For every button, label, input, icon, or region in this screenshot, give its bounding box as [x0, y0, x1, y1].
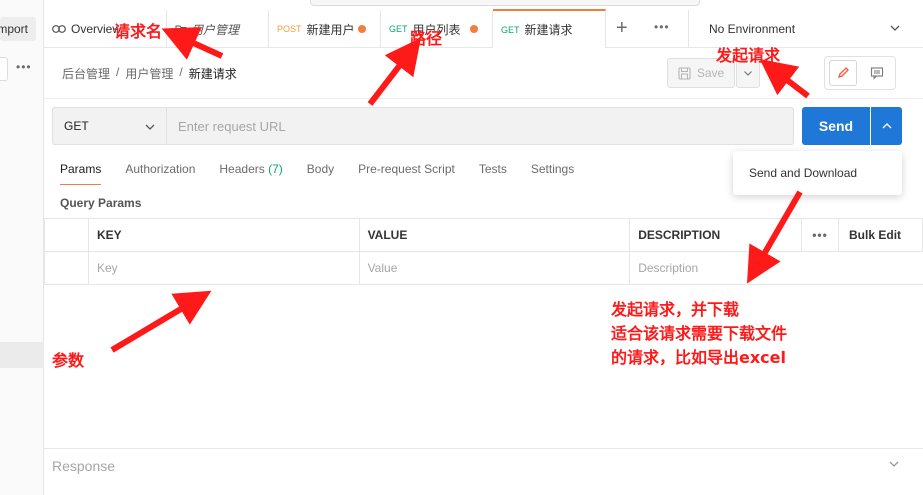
documentation-mode-button[interactable] [863, 60, 891, 86]
breadcrumb-separator: / [116, 65, 120, 79]
tab-new-user[interactable]: POST 新建用户 [269, 10, 381, 48]
comment-icon [870, 66, 884, 80]
tab-label: 用户管理 [191, 22, 240, 37]
tab-label: Params [60, 162, 102, 176]
more-dots-icon[interactable]: ••• [801, 218, 840, 252]
plus-icon[interactable]: + [616, 18, 628, 38]
tab-settings[interactable]: Settings [531, 162, 574, 185]
params-table: KEY VALUE DESCRIPTION ••• Bulk Edit Key … [44, 218, 923, 285]
annotation-send: 发起请求 [716, 46, 781, 65]
unsaved-dot-icon [358, 25, 366, 33]
key-input[interactable]: Key [87, 251, 360, 285]
annotation-line: 适合该请求需要下载文件 [611, 324, 788, 343]
tab-method: GET [389, 24, 408, 34]
annotation-line: 的请求，比如导出excel [611, 348, 786, 367]
tab-label: 新建用户 [306, 22, 355, 37]
tab-method: POST [277, 24, 302, 34]
row-checkbox-cell [44, 251, 89, 285]
folder-icon [175, 24, 187, 34]
send-options-button[interactable] [871, 107, 902, 145]
request-url-input[interactable] [167, 107, 794, 145]
environment-label: No Environment [709, 22, 796, 36]
more-dots-icon[interactable]: ••• [16, 60, 32, 74]
chevron-down-icon [889, 22, 901, 37]
arrow-params [110, 290, 212, 353]
tab-label: Authorization [125, 162, 196, 176]
breadcrumb-current[interactable]: 新建请求 [189, 65, 237, 82]
tab-params[interactable]: Params [60, 162, 102, 185]
http-method-label: GET [64, 119, 89, 133]
overview-icon [52, 23, 66, 35]
http-method-select[interactable]: GET [52, 107, 167, 145]
import-button[interactable]: Import [0, 17, 36, 41]
tab-label: 新建请求 [524, 23, 573, 37]
unsaved-dot-icon [470, 25, 478, 33]
sidebar-selected-item[interactable] [0, 342, 44, 368]
annotation-request-name: 请求名 [114, 22, 163, 41]
tab-bar: Overview 用户管理 POST 新建用户 GET 用户列表 GET 新建请… [44, 9, 923, 48]
tab-user-management[interactable]: 用户管理 [167, 10, 269, 48]
chevron-down-icon[interactable] [888, 458, 900, 473]
menu-item-send-and-download[interactable]: Send and Download [749, 166, 857, 180]
tab-label: Body [306, 162, 335, 176]
tab-label: Tests [478, 162, 507, 176]
response-divider [44, 448, 923, 449]
send-options-menu: Send and Download [733, 151, 902, 195]
request-subtabs: Params Authorization Headers (7) Body Pr… [60, 162, 598, 185]
tab-tests[interactable]: Tests [479, 162, 507, 185]
value-column-header: VALUE [358, 218, 631, 252]
arrow-path [367, 37, 421, 106]
header-divider [44, 98, 923, 99]
tab-body[interactable]: Body [307, 162, 334, 185]
tab-count: (7) [268, 162, 283, 176]
pencil-icon [836, 66, 850, 80]
tab-label: Settings [530, 162, 575, 176]
table-header-row: KEY VALUE DESCRIPTION ••• Bulk Edit [44, 218, 923, 252]
tab-method: GET [501, 24, 520, 35]
annotation-path: 路径 [410, 29, 443, 48]
sidebar-search-box[interactable] [0, 57, 8, 81]
arrow-send [759, 59, 810, 99]
breadcrumb-item[interactable]: 用户管理 [125, 65, 173, 82]
annotation-line: 发起请求，并下载 [611, 300, 740, 319]
top-search-bar[interactable] [310, 0, 700, 6]
breadcrumb-item[interactable]: 后台管理 [62, 65, 110, 82]
checkbox-column-header [44, 218, 89, 252]
tab-label: Headers [219, 162, 265, 176]
breadcrumb-separator: / [179, 65, 183, 79]
save-label: Save [696, 66, 725, 80]
tab-authorization[interactable]: Authorization [125, 162, 195, 185]
key-column-header: KEY [87, 218, 360, 252]
tab-label: Pre-request Script [358, 162, 455, 176]
response-label[interactable]: Response [52, 458, 115, 474]
tab-headers[interactable]: Headers (7) [219, 162, 282, 185]
query-params-title: Query Params [60, 196, 142, 210]
tab-new-request[interactable]: GET 新建请求 [493, 9, 606, 48]
more-dots-icon[interactable]: ••• [654, 20, 670, 34]
table-row: Key Value Description [44, 251, 923, 285]
send-button[interactable]: Send [802, 107, 870, 145]
description-column-header: DESCRIPTION [629, 218, 803, 252]
value-input[interactable]: Value [358, 251, 631, 285]
save-icon [678, 66, 691, 80]
chevron-up-icon [881, 120, 893, 132]
tab-pre-request-script[interactable]: Pre-request Script [358, 162, 455, 185]
bulk-edit-button[interactable]: Bulk Edit [838, 218, 923, 252]
annotation-send-download: 发起请求，并下载 适合该请求需要下载文件 的请求，比如导出excel [611, 298, 851, 370]
chevron-down-icon [743, 68, 753, 78]
view-mode-toggle [824, 56, 896, 90]
chevron-down-icon [144, 121, 156, 136]
left-sidebar: Import ••• [0, 0, 44, 495]
annotation-params: 参数 [52, 351, 85, 370]
edit-mode-button[interactable] [829, 60, 857, 86]
breadcrumb: 后台管理 / 用户管理 / 新建请求 [62, 65, 237, 82]
description-input[interactable]: Description [629, 251, 923, 285]
